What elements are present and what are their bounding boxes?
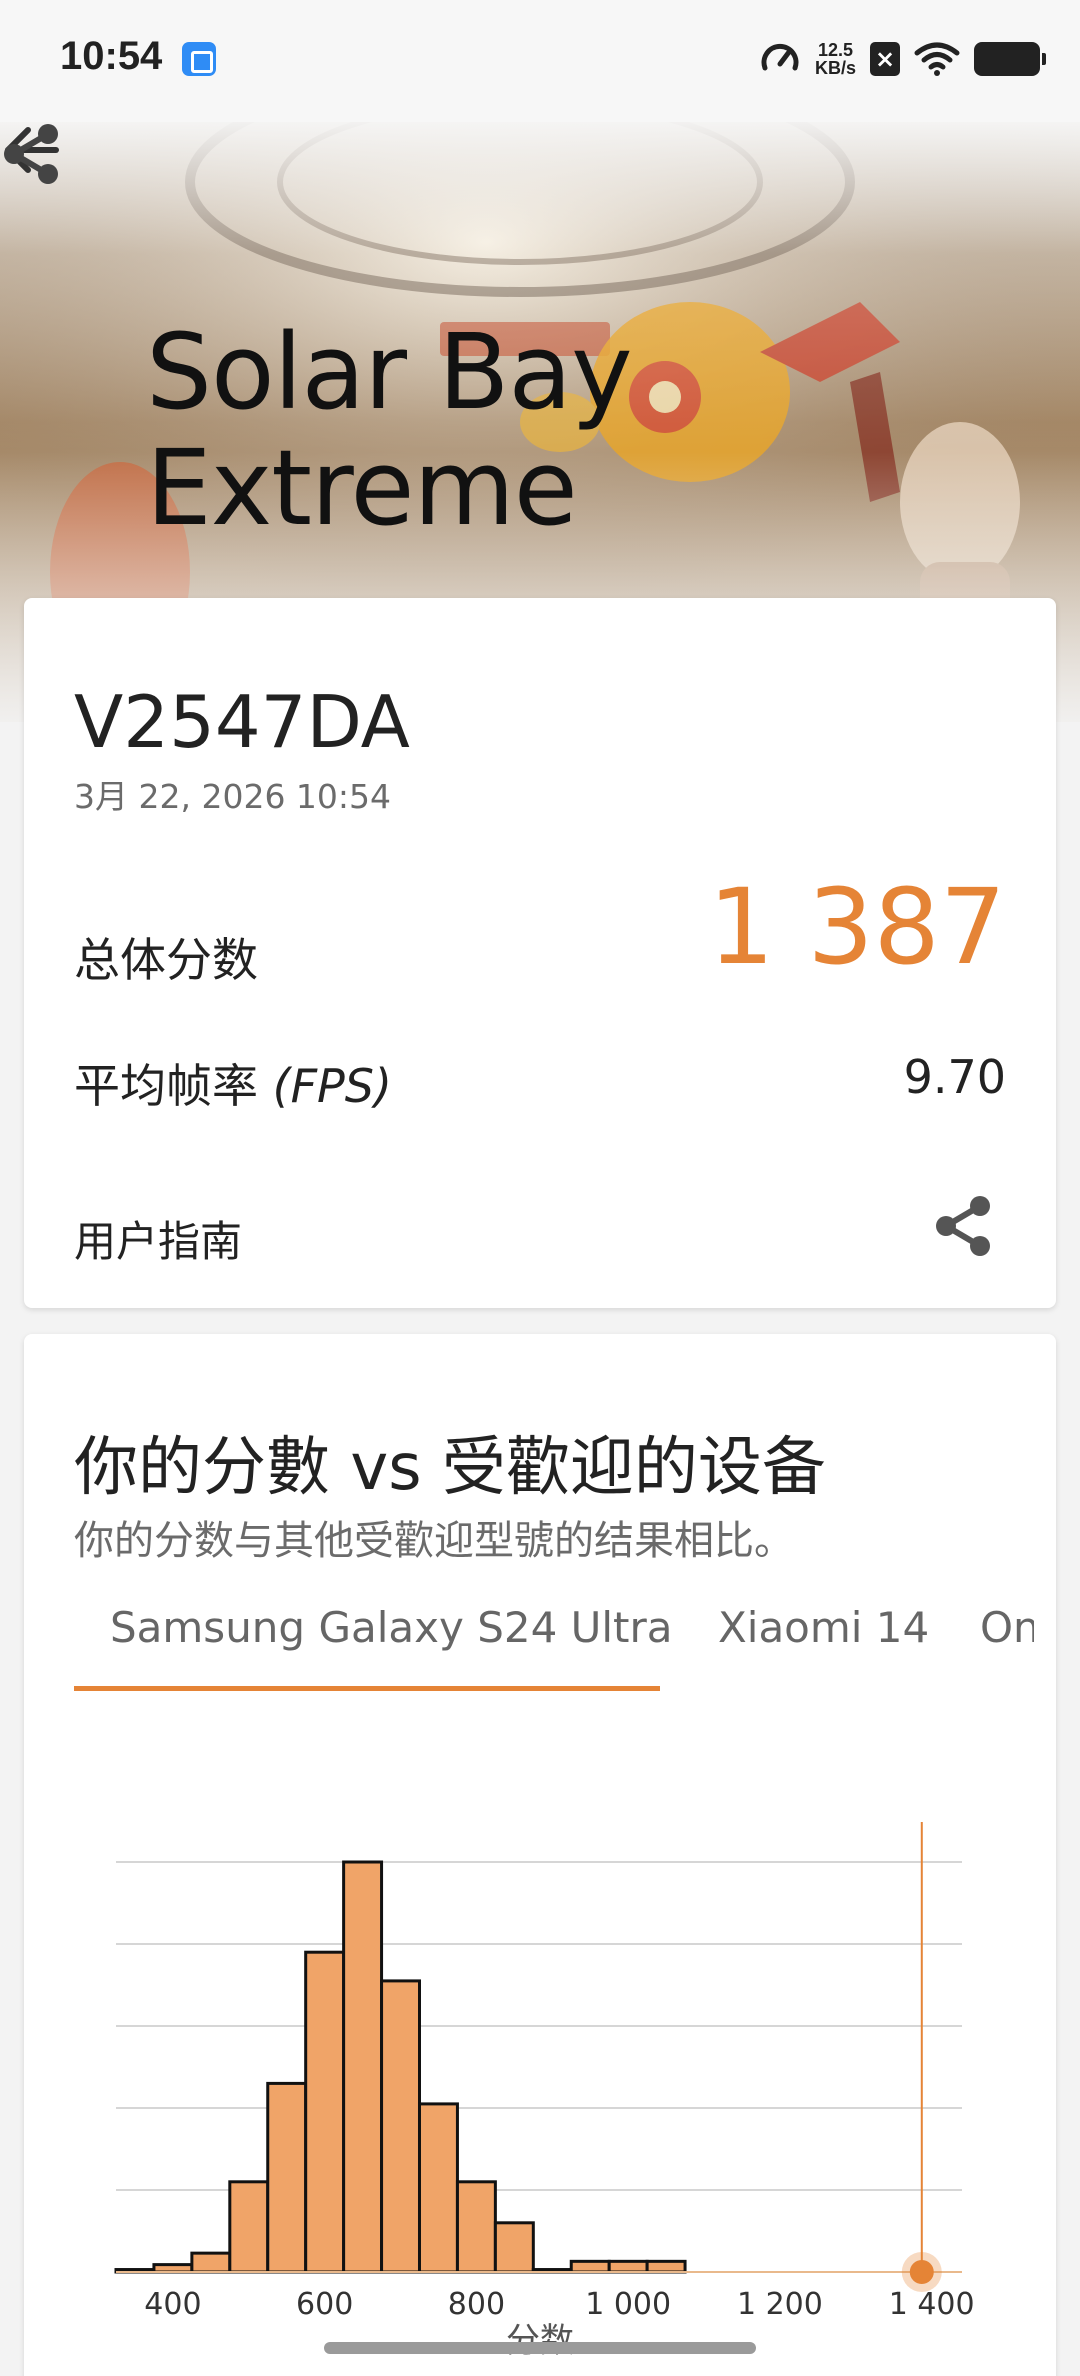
status-time: 10:54 [60, 34, 163, 78]
benchmark-title: Solar Bay Extreme [146, 311, 633, 549]
total-score-label: 总体分数 [74, 933, 258, 987]
active-tab-indicator [74, 1686, 660, 1691]
share-icon[interactable] [932, 1194, 996, 1258]
network-speed: 12.5 KB/s [815, 41, 856, 77]
status-icons: 12.5 KB/s × [759, 34, 1046, 84]
fps-value: 9.70 [903, 1050, 1006, 1104]
status-bar: 10:54 12.5 KB/s × [0, 0, 1080, 122]
comparison-title: 你的分數 vs 受歡迎的设备 [74, 1431, 826, 1505]
speedometer-icon [761, 44, 799, 71]
tab-on[interactable]: On [980, 1578, 1034, 1698]
comparison-card: 你的分數 vs 受歡迎的设备 你的分数与其他受歡迎型號的结果相比。 Samsun… [24, 1334, 1056, 2376]
network-speed-value: 12.5 [817, 40, 854, 60]
share-icon[interactable] [0, 122, 64, 186]
fps-label: 平均帧率 (FPS) [74, 1050, 392, 1116]
total-score-value: 1 387 [708, 866, 1006, 988]
gesture-nav-bar[interactable] [324, 2342, 756, 2354]
user-guide-link[interactable]: 用户指南 [74, 1208, 242, 1269]
app-notification-icon [182, 42, 216, 76]
device-name: V2547DA [74, 680, 410, 764]
score-card: V2547DA 3月 22, 2026 10:54 总体分数 1 387 平均帧… [24, 598, 1056, 1308]
x-icon: × [870, 42, 900, 76]
benchmark-title-line2: Extreme [146, 427, 578, 549]
wifi-icon [914, 42, 960, 76]
fps-label-text: 平均帧率 [74, 1059, 273, 1113]
tab-samsung-galaxy-s24-ultra[interactable]: Samsung Galaxy S24 Ultra [110, 1578, 673, 1698]
device-tabs: Samsung Galaxy S24 Ultra Xiaomi 14 On [74, 1578, 1034, 1698]
fps-label-unit: (FPS) [272, 1059, 392, 1113]
tab-xiaomi-14[interactable]: Xiaomi 14 [718, 1578, 929, 1698]
network-speed-unit: KB/s [814, 58, 856, 78]
test-date: 3月 22, 2026 10:54 [74, 777, 392, 816]
battery-icon [974, 42, 1046, 76]
comparison-subtitle: 你的分数与其他受歡迎型號的结果相比。 [74, 1518, 794, 1564]
benchmark-title-line1: Solar Bay [146, 311, 633, 433]
